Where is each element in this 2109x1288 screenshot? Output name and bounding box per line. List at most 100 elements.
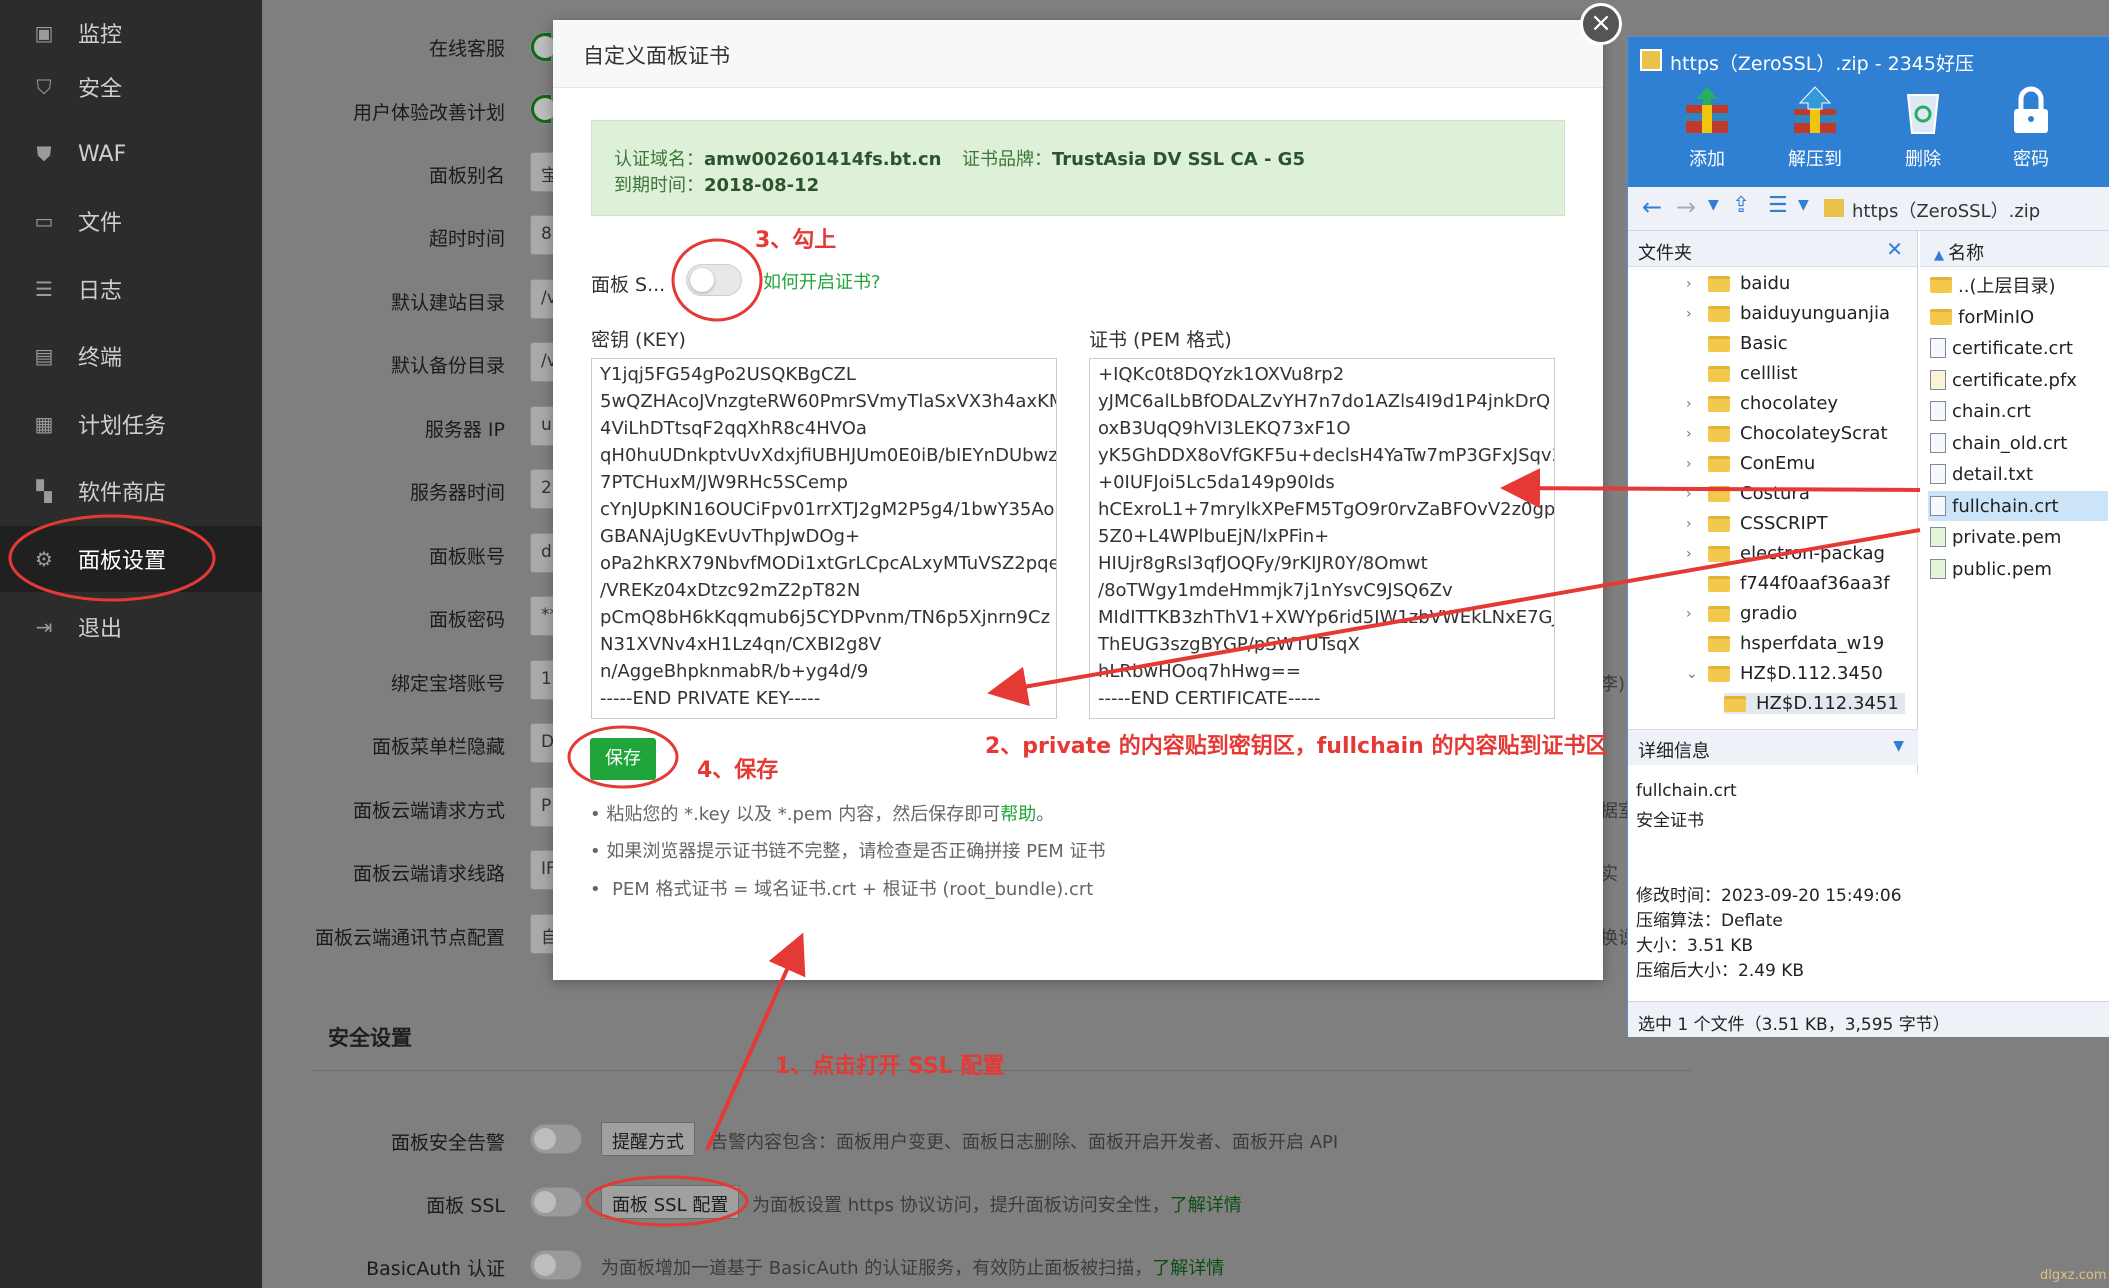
- sidebar-item-terminal[interactable]: ▤ 终端: [0, 323, 262, 389]
- sidebar-item-waf[interactable]: ⛊ WAF: [0, 121, 262, 187]
- security-alert-toggle[interactable]: [530, 1124, 582, 1154]
- chevron-right-icon[interactable]: ›: [1686, 606, 1692, 622]
- setting-label: 面板账号: [428, 546, 505, 568]
- file-row[interactable]: chain_old.crt: [1928, 428, 2108, 458]
- key-textarea[interactable]: Y1jqj5FG54gPo2USQKBgCZL 5wQZHAcoJVnzgteR…: [591, 358, 1057, 719]
- basicauth-toggle[interactable]: [530, 1250, 582, 1280]
- ux-plan-toggle[interactable]: [530, 94, 556, 124]
- tree-folder[interactable]: celllist: [1708, 363, 1797, 384]
- sidebar-item-panel-settings[interactable]: ⚙ 面板设置: [0, 526, 262, 592]
- tree-folder[interactable]: Basic: [1708, 333, 1788, 354]
- chevron-right-icon[interactable]: ›: [1686, 486, 1692, 502]
- chevron-down-icon[interactable]: ▼: [1708, 197, 1719, 213]
- sidebar-item-files[interactable]: ▭ 文件: [0, 188, 262, 254]
- ssl-learn-more-link[interactable]: 了解详情: [1170, 1195, 1242, 1216]
- file-name: public.pem: [1952, 558, 2052, 580]
- zip-add-button[interactable]: 添加: [1662, 85, 1752, 171]
- tree-folder[interactable]: › gradio: [1686, 603, 1797, 624]
- sidebar-item-label: 安全: [78, 77, 123, 102]
- sidebar-item-logout[interactable]: ⇥ 退出: [0, 594, 262, 660]
- file-row[interactable]: certificate.crt: [1928, 333, 2108, 363]
- tree-folder[interactable]: hsperfdata_w19: [1708, 633, 1884, 654]
- chevron-down-icon[interactable]: ▼: [1893, 738, 1904, 754]
- name-column-header[interactable]: ▲ 名称: [1920, 231, 2109, 267]
- tree-folder[interactable]: f744f0aaf36aa3f: [1708, 573, 1890, 594]
- folder-icon: [1708, 545, 1730, 562]
- file-row[interactable]: forMinIO: [1928, 302, 2108, 332]
- file-name: ..(上层目录): [1958, 276, 2056, 297]
- details-header[interactable]: 详细信息 ▼: [1628, 729, 1918, 765]
- shield-icon: ⛉: [36, 75, 52, 99]
- chevron-right-icon[interactable]: ›: [1686, 546, 1692, 562]
- tree-folder-label: HZ$D.112.3451: [1756, 693, 1899, 714]
- zip-password-button[interactable]: 密码: [1986, 85, 2076, 171]
- tree-folder[interactable]: › baidu: [1686, 273, 1790, 294]
- tree-folder-selected[interactable]: HZ$D.112.3451: [1724, 693, 1905, 714]
- enable-ssl-toggle[interactable]: [686, 264, 742, 296]
- panel-ssl-config-button[interactable]: 面板 SSL 配置: [601, 1185, 740, 1219]
- setting-label: BasicAuth 认证: [366, 1258, 505, 1280]
- panel-ssl-toggle[interactable]: [530, 1187, 582, 1217]
- zip-window-title: https（ZeroSSL）.zip - 2345好压: [1670, 53, 1974, 75]
- alert-method-button[interactable]: 提醒方式: [601, 1122, 695, 1156]
- recycle-bin-icon: [1906, 94, 1940, 134]
- cert-brand-value: TrustAsia DV SSL CA - G5: [1052, 149, 1305, 170]
- file-row[interactable]: ..(上层目录): [1928, 270, 2108, 300]
- folder-icon: [1708, 455, 1730, 472]
- zip-delete-button[interactable]: 删除: [1878, 85, 1968, 171]
- close-icon[interactable]: ✕: [1886, 237, 1903, 261]
- folder-icon: [1724, 695, 1746, 712]
- chevron-down-icon[interactable]: ⌄: [1686, 666, 1698, 682]
- tree-folder[interactable]: › chocolatey: [1686, 393, 1838, 414]
- file-row[interactable]: certificate.pfx: [1928, 365, 2108, 395]
- file-row[interactable]: public.pem: [1928, 554, 2108, 584]
- basicauth-learn-more-link[interactable]: 了解详情: [1152, 1258, 1224, 1279]
- folders-header: 文件夹 ✕: [1628, 231, 1917, 267]
- tree-folder[interactable]: › electron-packag: [1686, 543, 1885, 564]
- sidebar-item-store[interactable]: ▚ 软件商店: [0, 458, 262, 524]
- how-to-enable-link[interactable]: 如何开启证书?: [763, 268, 881, 294]
- chevron-right-icon[interactable]: ›: [1686, 276, 1692, 292]
- back-arrow-icon[interactable]: ←: [1642, 193, 1662, 221]
- zip-path[interactable]: https（ZeroSSL）.zip: [1852, 197, 2040, 223]
- tree-folder-label: celllist: [1740, 363, 1798, 384]
- cert-expire: 到期时间：2018-08-12: [614, 171, 819, 197]
- chevron-right-icon[interactable]: ›: [1686, 306, 1692, 322]
- tree-folder[interactable]: ⌄ HZ$D.112.3450: [1686, 663, 1883, 684]
- tree-folder[interactable]: › CSSCRIPT: [1686, 513, 1828, 534]
- annotation-step2: 2、private 的内容贴到密钥区，fullchain 的内容贴到证书区: [985, 734, 1608, 759]
- cert-textarea[interactable]: +IQKc0t8DQYzk1OXVu8rp2 yJMC6alLbBfODALZv…: [1089, 358, 1555, 719]
- zip-extract-button[interactable]: 解压到: [1770, 85, 1860, 171]
- file-row-selected[interactable]: fullchain.crt: [1928, 491, 2108, 521]
- close-dialog-button[interactable]: ×: [1580, 3, 1622, 45]
- chevron-down-icon[interactable]: ▼: [1798, 197, 1809, 213]
- sidebar-item-security[interactable]: ⛉ 安全: [0, 54, 262, 120]
- terminal-icon: ▤: [34, 344, 54, 368]
- setting-label: 面板云端通讯节点配置: [314, 927, 505, 949]
- file-row[interactable]: chain.crt: [1928, 396, 2108, 426]
- chevron-right-icon[interactable]: ›: [1686, 456, 1692, 472]
- online-service-toggle[interactable]: [530, 32, 556, 62]
- setting-label: 服务器时间: [409, 482, 505, 504]
- up-folder-icon[interactable]: ⇪: [1732, 193, 1750, 218]
- file-row[interactable]: detail.txt: [1928, 459, 2108, 489]
- help-link[interactable]: 帮助: [1000, 804, 1036, 825]
- sidebar-item-cron[interactable]: ▦ 计划任务: [0, 391, 262, 457]
- forward-arrow-icon[interactable]: →: [1676, 193, 1696, 221]
- tree-folder[interactable]: › ChocolateyScrat: [1686, 423, 1888, 444]
- sidebar-item-logs[interactable]: ☰ 日志: [0, 256, 262, 322]
- chevron-right-icon[interactable]: ›: [1686, 426, 1692, 442]
- tree-folder[interactable]: › ConEmu: [1686, 453, 1815, 474]
- chevron-right-icon[interactable]: ›: [1686, 396, 1692, 412]
- chevron-right-icon[interactable]: ›: [1686, 516, 1692, 532]
- tree-folder[interactable]: › Costura: [1686, 483, 1810, 504]
- pfx-file-icon: [1930, 370, 1946, 390]
- list-view-icon[interactable]: ☰: [1768, 193, 1788, 218]
- annotation-step1: 1、点击打开 SSL 配置: [775, 1054, 1005, 1079]
- save-button[interactable]: 保存: [590, 738, 656, 780]
- file-row[interactable]: private.pem: [1928, 522, 2108, 552]
- folder-icon: [1708, 305, 1730, 322]
- tree-folder[interactable]: › baiduyunguanjia: [1686, 303, 1890, 324]
- ssl-desc: 为面板设置 https 协议访问，提升面板访问安全性，了解详情: [752, 1191, 1242, 1217]
- file-name: forMinIO: [1958, 306, 2035, 328]
